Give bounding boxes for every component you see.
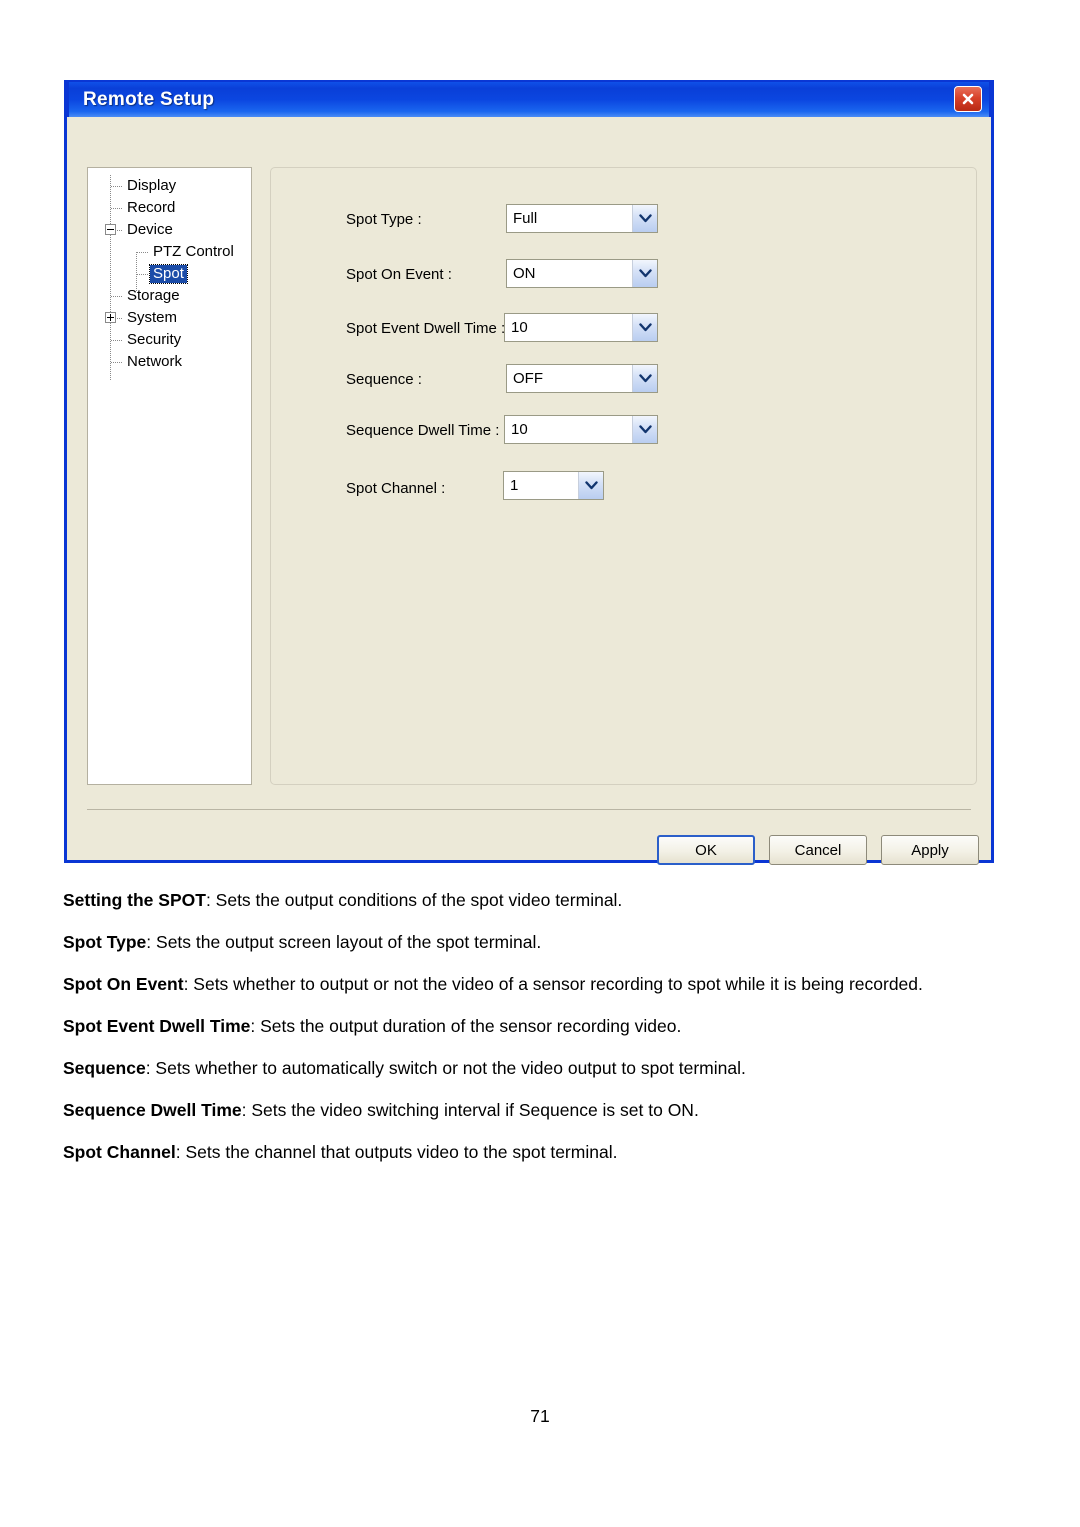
chevron-down-icon[interactable] bbox=[632, 205, 657, 232]
label-spot-on-event: Spot On Event : bbox=[346, 265, 452, 283]
field-spot-event-dwell-time: Spot Event Dwell Time : bbox=[346, 313, 505, 343]
paragraph-spot-type: Spot Type: Sets the output screen layout… bbox=[63, 926, 1015, 958]
remote-setup-dialog: Remote Setup Display Record Device PTZ Cont… bbox=[64, 80, 994, 865]
tree-item-label: Spot bbox=[149, 264, 188, 284]
ok-button[interactable]: OK bbox=[657, 835, 755, 865]
term-sequence-dwell-time: Sequence Dwell Time bbox=[63, 1100, 242, 1120]
apply-button[interactable]: Apply bbox=[881, 835, 979, 865]
field-sequence-dwell-time: Sequence Dwell Time : bbox=[346, 415, 499, 445]
spot-settings-group: Spot Type : Full Spot On Event : ON Spot… bbox=[270, 167, 977, 785]
desc-sequence: : Sets whether to automatically switch o… bbox=[145, 1058, 746, 1078]
tree-item-display[interactable]: Display bbox=[88, 175, 251, 197]
field-sequence: Sequence : bbox=[346, 364, 422, 394]
tree-item-label: Storage bbox=[127, 287, 180, 304]
combo-sequence-dwell-time-value: 10 bbox=[511, 421, 528, 438]
combo-sequence-dwell-time[interactable]: 10 bbox=[504, 415, 658, 444]
expander-bar bbox=[107, 229, 114, 230]
desc-setting-the-spot: : Sets the output conditions of the spot… bbox=[205, 890, 623, 910]
label-spot-channel: Spot Channel : bbox=[346, 479, 446, 497]
footer-separator bbox=[87, 809, 971, 810]
chevron-down-icon[interactable] bbox=[632, 416, 657, 443]
tree-item-storage[interactable]: Storage bbox=[88, 285, 251, 307]
combo-spot-event-dwell-time-value: 10 bbox=[511, 319, 528, 336]
field-spot-type: Spot Type : bbox=[346, 204, 422, 234]
settings-tree: Display Record Device PTZ Control Spot Storag… bbox=[88, 168, 251, 381]
dialog-body: Display Record Device PTZ Control Spot Storag… bbox=[67, 117, 991, 865]
tree-trunk-line bbox=[110, 175, 111, 381]
combo-spot-event-dwell-time[interactable]: 10 bbox=[504, 313, 658, 342]
expander-bar bbox=[110, 314, 111, 321]
tree-item-label: Record bbox=[127, 199, 176, 216]
tree-item-label: PTZ Control bbox=[153, 243, 234, 260]
tree-connector bbox=[137, 252, 148, 253]
tree-connector bbox=[137, 274, 148, 275]
chevron-down-icon[interactable] bbox=[632, 314, 657, 341]
dialog-button-row: OK Cancel Apply bbox=[657, 835, 979, 865]
chevron-down-icon[interactable] bbox=[578, 472, 603, 499]
combo-spot-channel-value: 1 bbox=[510, 477, 519, 494]
term-spot-channel: Spot Channel bbox=[63, 1142, 176, 1162]
combo-spot-type-value: Full bbox=[513, 210, 538, 227]
tree-item-label: System bbox=[127, 309, 178, 326]
tree-item-system[interactable]: System bbox=[88, 307, 251, 329]
label-spot-event-dwell-time: Spot Event Dwell Time : bbox=[346, 319, 506, 337]
term-sequence: Sequence bbox=[63, 1058, 146, 1078]
tree-item-label: Security bbox=[127, 331, 182, 348]
dialog-titlebar[interactable]: Remote Setup bbox=[67, 80, 991, 117]
tree-connector bbox=[111, 186, 122, 187]
label-spot-type: Spot Type : bbox=[346, 210, 422, 228]
dialog-title: Remote Setup bbox=[83, 88, 215, 110]
collapse-icon[interactable] bbox=[105, 224, 116, 235]
paragraph-sequence-dwell-time: Sequence Dwell Time: Sets the video swit… bbox=[63, 1094, 1015, 1126]
combo-spot-on-event-value: ON bbox=[513, 265, 536, 282]
tree-connector bbox=[111, 208, 122, 209]
field-spot-on-event: Spot On Event : bbox=[346, 259, 452, 289]
tree-connector bbox=[111, 296, 122, 297]
paragraph-sequence: Sequence: Sets whether to automatically … bbox=[63, 1052, 1015, 1084]
tree-item-ptz-control[interactable]: PTZ Control bbox=[88, 241, 251, 263]
term-setting-the-spot: Setting the SPOT bbox=[63, 890, 206, 910]
expand-icon[interactable] bbox=[105, 312, 116, 323]
paragraph-setting-the-spot: Setting the SPOT: Sets the output condit… bbox=[63, 884, 1015, 916]
tree-item-label: Device bbox=[127, 221, 173, 238]
tree-branch-line bbox=[136, 252, 137, 292]
tree-item-label: Display bbox=[127, 177, 177, 194]
tree-item-network[interactable]: Network bbox=[88, 351, 251, 373]
combo-sequence[interactable]: OFF bbox=[506, 364, 658, 393]
desc-spot-type: : Sets the output screen layout of the s… bbox=[146, 932, 542, 952]
desc-sequence-dwell-time: : Sets the video switching interval if S… bbox=[241, 1100, 699, 1120]
tree-item-device[interactable]: Device bbox=[88, 219, 251, 241]
paragraph-spot-on-event: Spot On Event: Sets whether to output or… bbox=[63, 968, 1015, 1000]
document-text: Setting the SPOT: Sets the output condit… bbox=[63, 884, 1015, 1178]
cancel-button[interactable]: Cancel bbox=[769, 835, 867, 865]
combo-spot-channel[interactable]: 1 bbox=[503, 471, 604, 500]
paragraph-spot-channel: Spot Channel: Sets the channel that outp… bbox=[63, 1136, 1015, 1168]
tree-item-record[interactable]: Record bbox=[88, 197, 251, 219]
term-spot-on-event: Spot On Event bbox=[63, 974, 184, 994]
desc-spot-event-dwell-time: : Sets the output duration of the sensor… bbox=[250, 1016, 682, 1036]
tree-connector bbox=[111, 340, 122, 341]
label-sequence: Sequence : bbox=[346, 370, 422, 388]
term-spot-type: Spot Type bbox=[63, 932, 147, 952]
close-icon[interactable] bbox=[954, 86, 982, 112]
label-sequence-dwell-time: Sequence Dwell Time : bbox=[346, 421, 500, 439]
page-number: 71 bbox=[530, 1406, 550, 1426]
chevron-down-icon[interactable] bbox=[632, 365, 657, 392]
tree-connector bbox=[111, 362, 122, 363]
combo-spot-type[interactable]: Full bbox=[506, 204, 658, 233]
paragraph-spot-event-dwell-time: Spot Event Dwell Time: Sets the output d… bbox=[63, 1010, 1015, 1042]
field-spot-channel: Spot Channel : bbox=[346, 473, 445, 503]
tree-item-security[interactable]: Security bbox=[88, 329, 251, 351]
combo-spot-on-event[interactable]: ON bbox=[506, 259, 658, 288]
tree-item-label: Network bbox=[127, 353, 183, 370]
desc-spot-channel: : Sets the channel that outputs video to… bbox=[175, 1142, 618, 1162]
tree-item-spot[interactable]: Spot bbox=[88, 263, 251, 285]
settings-tree-panel[interactable]: Display Record Device PTZ Control Spot Storag… bbox=[87, 167, 252, 785]
combo-sequence-value: OFF bbox=[513, 370, 543, 387]
term-spot-event-dwell-time: Spot Event Dwell Time bbox=[63, 1016, 251, 1036]
chevron-down-icon[interactable] bbox=[632, 260, 657, 287]
desc-spot-on-event: : Sets whether to output or not the vide… bbox=[183, 974, 923, 994]
